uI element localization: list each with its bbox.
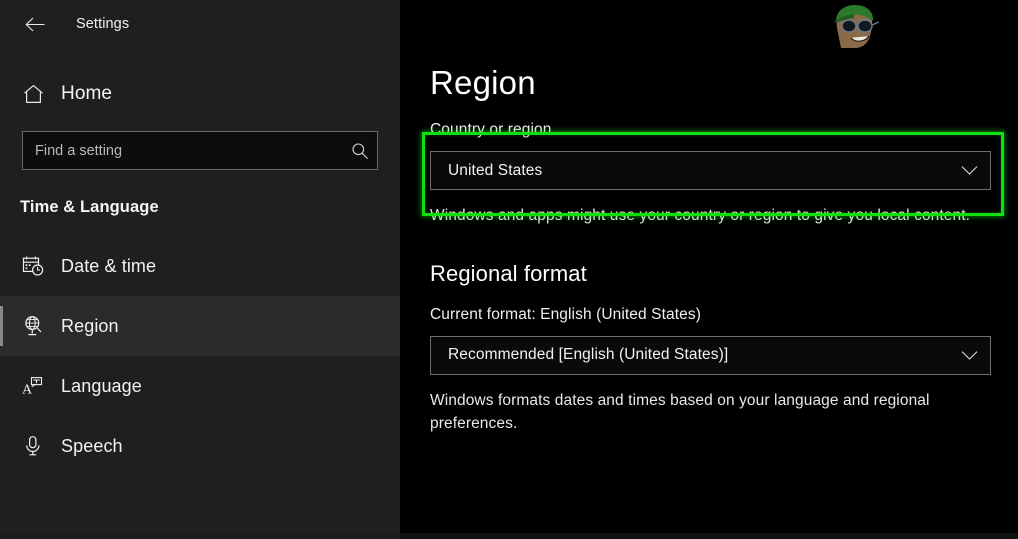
- settings-window: Settings Home Time & Language: [0, 0, 1018, 539]
- globe-icon: [22, 315, 44, 337]
- country-region-label: Country or region: [430, 121, 1018, 139]
- sidebar-item-speech[interactable]: Speech: [0, 416, 400, 476]
- bottom-strip: [0, 533, 1018, 539]
- sidebar-item-language-label: Language: [61, 376, 142, 397]
- search-input[interactable]: [23, 143, 343, 159]
- calendar-clock-icon: [22, 255, 44, 277]
- main-content: Region Country or region United States W…: [400, 0, 1018, 539]
- page-title: Region: [430, 64, 1018, 102]
- home-icon: [22, 83, 44, 105]
- back-button[interactable]: [12, 7, 58, 41]
- sidebar-group-title: Time & Language: [20, 198, 400, 217]
- country-region-description: Windows and apps might use your country …: [430, 204, 975, 228]
- sidebar-item-speech-label: Speech: [61, 436, 123, 457]
- microphone-icon: [22, 435, 44, 457]
- regional-format-title: Regional format: [430, 261, 1018, 287]
- back-arrow-icon: [25, 17, 45, 32]
- bottom-strip-left: [0, 533, 400, 539]
- country-region-dropdown-value: United States: [431, 162, 948, 180]
- sidebar-item-region[interactable]: Region: [0, 296, 400, 356]
- sidebar: Settings Home Time & Language: [0, 0, 400, 539]
- sidebar-item-region-label: Region: [61, 316, 119, 337]
- language-icon: A: [22, 375, 44, 397]
- search-box[interactable]: [22, 131, 378, 170]
- regional-format-dropdown-value: Recommended [English (United States)]: [431, 346, 948, 364]
- chevron-down-icon[interactable]: [948, 337, 990, 374]
- chevron-down-icon[interactable]: [948, 152, 990, 189]
- search-icon[interactable]: [343, 132, 377, 169]
- sidebar-item-date-time[interactable]: Date & time: [0, 236, 400, 296]
- sidebar-nav: Date & time Region: [0, 236, 400, 476]
- title-bar: Settings: [0, 0, 400, 48]
- sidebar-item-home[interactable]: Home: [0, 73, 400, 115]
- sidebar-item-language[interactable]: A Language: [0, 356, 400, 416]
- regional-format-description: Windows formats dates and times based on…: [430, 389, 975, 436]
- regional-format-dropdown[interactable]: Recommended [English (United States)]: [430, 336, 991, 375]
- current-format-label: Current format: English (United States): [430, 306, 1018, 324]
- country-region-dropdown[interactable]: United States: [430, 151, 991, 190]
- sidebar-item-date-time-label: Date & time: [61, 256, 156, 277]
- sidebar-item-home-label: Home: [61, 83, 112, 105]
- app-title: Settings: [76, 16, 129, 32]
